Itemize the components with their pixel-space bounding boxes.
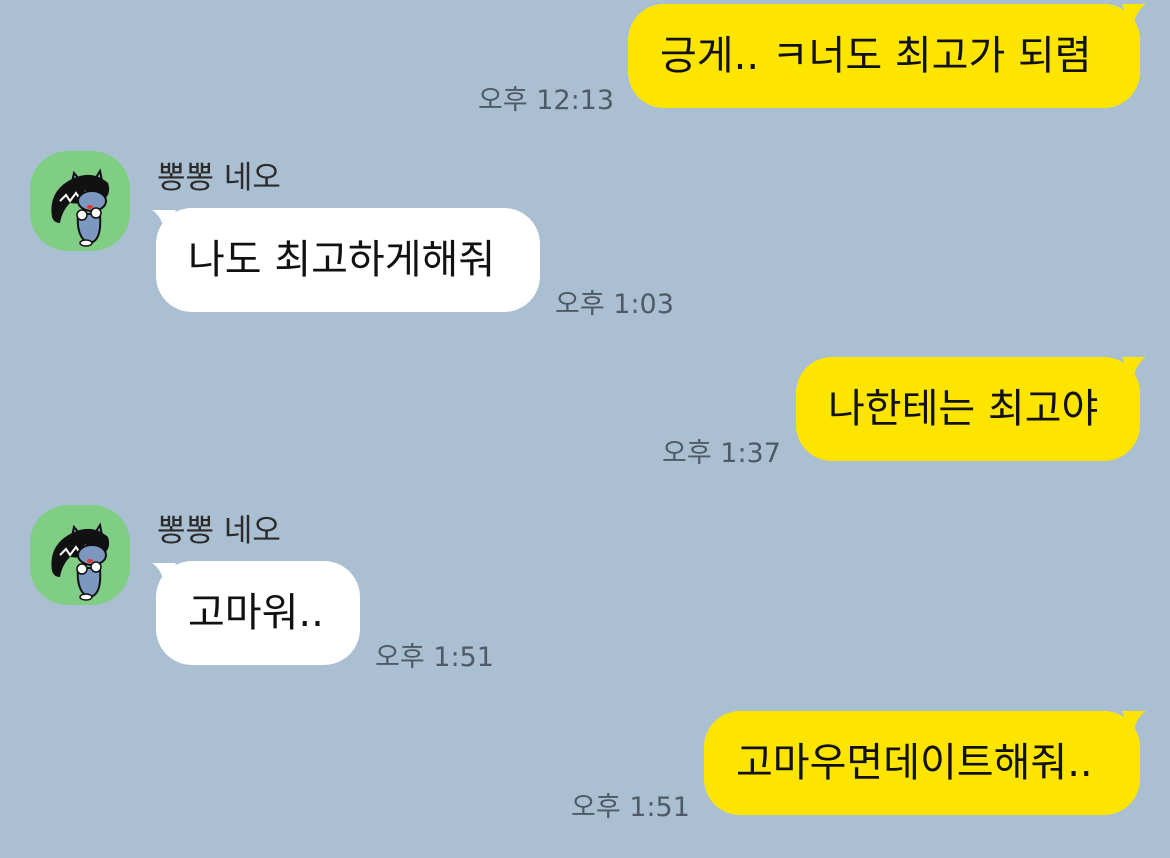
bubble-tail-icon bbox=[1122, 357, 1146, 383]
sender-name: 뽕뽕 네오 bbox=[157, 513, 281, 549]
message-time: 오후 1:51 bbox=[375, 642, 494, 673]
bubble-tail-icon bbox=[1122, 4, 1146, 30]
chat-message-list[interactable]: 오후 12:13 긍게.. ㅋ너도 최고가 되렴 뽕뽕 네오 나도 최고하게해줘… bbox=[0, 0, 1170, 858]
sender-name: 뽕뽕 네오 bbox=[157, 160, 281, 196]
message-bubble-outgoing[interactable]: 긍게.. ㅋ너도 최고가 되렴 bbox=[628, 4, 1140, 108]
message-bubble-outgoing[interactable]: 나한테는 최고야 bbox=[796, 357, 1140, 461]
message-bubble-outgoing[interactable]: 고마우면데이트해줘.. bbox=[704, 711, 1140, 815]
message-time: 오후 1:03 bbox=[555, 289, 674, 320]
message-time: 오후 12:13 bbox=[478, 85, 615, 116]
message-time: 오후 1:51 bbox=[571, 792, 690, 823]
message-bubble-incoming[interactable]: 고마워.. bbox=[156, 561, 360, 665]
message-time: 오후 1:37 bbox=[662, 438, 781, 469]
message-bubble-incoming[interactable]: 나도 최고하게해줘 bbox=[156, 208, 540, 312]
bubble-tail-icon bbox=[1122, 711, 1146, 737]
neo-cat-avatar-icon[interactable] bbox=[30, 505, 130, 605]
neo-cat-avatar-icon[interactable] bbox=[30, 151, 130, 251]
